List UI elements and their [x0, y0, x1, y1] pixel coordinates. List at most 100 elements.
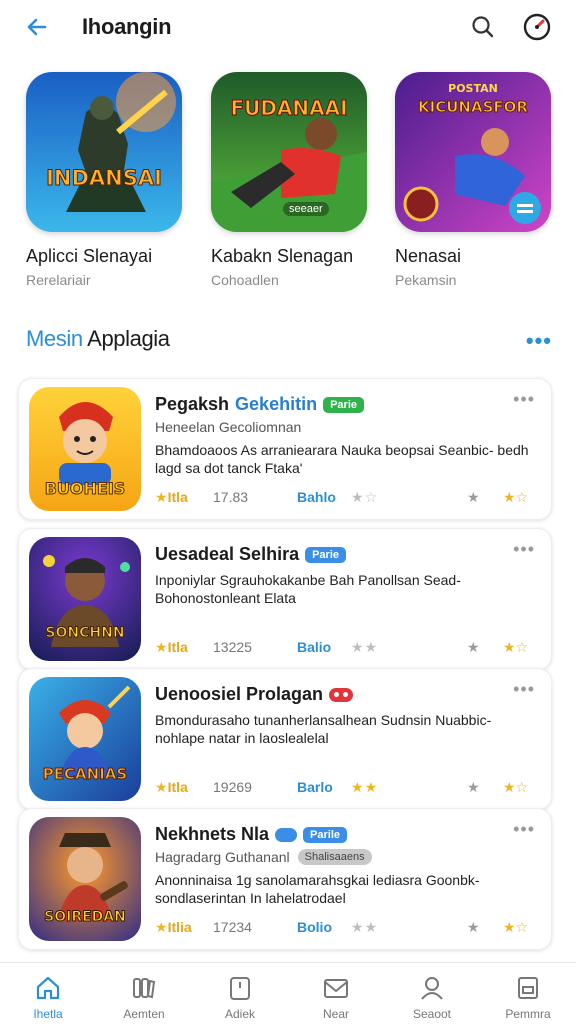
app-tag-label: Itlia: [167, 919, 192, 935]
nav-label: Ihetla: [33, 1007, 63, 1021]
section-title-accent: Mesin: [26, 326, 83, 351]
app-action-link[interactable]: Balio: [297, 639, 331, 655]
home-icon: [36, 976, 60, 1000]
featured-art-text: FUDANAAI: [230, 96, 348, 121]
search-icon[interactable]: [466, 10, 500, 44]
more-options-icon[interactable]: •••: [513, 539, 535, 560]
app-name[interactable]: Pegaksh Gekehitin Parie: [155, 394, 364, 415]
featured-art-subtext: seeaer: [283, 202, 329, 216]
app-art-text: PECANIAS: [42, 765, 128, 784]
status-badge: Parile: [303, 826, 348, 843]
list-item[interactable]: PECANIAS Uenoosiel Prolagan Bmondurasaho…: [18, 668, 552, 810]
section-header: Mesin Applagia •••: [26, 326, 554, 356]
app-count: 17.83: [213, 489, 249, 505]
rating-stars: ★★: [351, 919, 379, 935]
rating-stars-gold: ★☆: [503, 639, 529, 655]
star-icon: ★: [467, 639, 480, 655]
app-name[interactable]: Uenoosiel Prolagan: [155, 684, 354, 705]
mail-icon: [324, 979, 348, 998]
section-title-rest: Applagia: [82, 326, 170, 351]
nav-label: Adiek: [224, 1007, 256, 1021]
app-art-text: SOIREDAN: [44, 909, 127, 926]
nav-label: Pemmra: [505, 1007, 551, 1021]
app-action-link[interactable]: Bolio: [297, 919, 332, 935]
nav-item-library[interactable]: Aemten: [96, 963, 192, 1024]
app-tag: ★Itla: [155, 779, 188, 795]
app-tag-label: Itla: [167, 489, 188, 505]
app-tag-label: Itla: [167, 639, 188, 655]
list-item[interactable]: SOIREDAN Nekhnets Nla Parile Hagradarg G…: [18, 808, 552, 950]
rating-stars: ★★: [351, 639, 379, 655]
more-options-icon[interactable]: •••: [513, 389, 535, 410]
rating-stars: ★★: [351, 779, 379, 795]
featured-app-artwork: POSTAN KICUNASFOR: [395, 72, 551, 232]
nav-item-settings[interactable]: Pemmra: [480, 963, 576, 1024]
app-meta-row: ★Itla 19269 Barlo ★★ ★ ★☆: [155, 779, 545, 799]
nav-item-person[interactable]: Seaoot: [384, 963, 480, 1024]
section-title: Mesin Applagia: [26, 326, 554, 352]
app-description: Bmondurasaho tunanherlansalhean Sudnsin …: [155, 712, 492, 746]
app-meta-row: ★Itla 13225 Balio ★★ ★ ★☆: [155, 639, 545, 659]
star-icon: ★: [467, 489, 480, 505]
app-action-link[interactable]: Bahlo: [297, 489, 336, 505]
nav-item-tablet[interactable]: Adiek: [192, 963, 288, 1024]
more-horizontal-icon[interactable]: •••: [526, 328, 552, 354]
more-options-icon[interactable]: •••: [513, 679, 535, 700]
status-badge: Parie: [323, 396, 364, 413]
featured-app-subtitle: Pekamsin: [395, 272, 457, 288]
featured-app-subtitle: Cohoadlen: [211, 272, 279, 288]
featured-app-artwork: INDANSAI: [26, 72, 182, 232]
app-tag: ★Itla: [155, 639, 188, 655]
featured-carousel: INDANSAI Aplicci Slenayai Rerelariair FU…: [26, 72, 566, 302]
app-description: Anonninaisa 1g sanolamarahsgkai lediasra…: [155, 872, 480, 906]
app-icon: SONCHNN: [29, 537, 141, 661]
app-count: 13225: [213, 639, 252, 655]
list-item[interactable]: BUOHEIS Pegaksh Gekehitin Parie Heneelan…: [18, 378, 552, 520]
featured-app-artwork: FUDANAAI seeaer: [211, 72, 367, 232]
info-icon: [275, 827, 298, 842]
app-developer: Heneelan Gecoliomnan: [155, 419, 302, 435]
app-name-secondary: Gekehitin: [235, 394, 318, 414]
library-icon: [133, 978, 156, 999]
nav-item-mail[interactable]: Near: [288, 963, 384, 1024]
featured-card[interactable]: INDANSAI Aplicci Slenayai Rerelariair: [26, 72, 184, 288]
featured-app-name: Aplicci Slenayai: [26, 246, 153, 266]
star-icon: ★: [467, 919, 480, 935]
nav-label: Aemten: [123, 1007, 165, 1021]
featured-art-text: INDANSAI: [46, 166, 163, 191]
app-meta-row: ★Itla 17.83 Bahlo ★☆ ★ ★☆: [155, 489, 545, 509]
app-name[interactable]: Nekhnets Nla Parile: [155, 824, 348, 845]
list-item[interactable]: SONCHNN Uesadeal Selhira Parie Inponiyla…: [18, 528, 552, 670]
app-description: Bhamdoaoos As arraniearara Nauka beopsai…: [155, 442, 529, 476]
app-icon: PECANIAS: [29, 677, 141, 801]
app-developer: Hagradarg Guthananl Shalisaaens: [155, 849, 372, 865]
page-title: Ihoangin: [82, 14, 172, 39]
app-name-primary: Nekhnets Nla: [155, 824, 270, 844]
app-meta-row: ★Itlia 17234 Bolio ★★ ★ ★☆: [155, 919, 545, 939]
nav-item-home[interactable]: Ihetla: [0, 963, 96, 1024]
app-art-text: SONCHNN: [45, 625, 125, 642]
person-icon: [421, 977, 443, 1000]
featured-art-topline: POSTAN: [448, 82, 498, 95]
app-action-link[interactable]: Barlo: [297, 779, 333, 795]
developer-tag: Shalisaaens: [297, 849, 372, 865]
app-icon: BUOHEIS: [29, 387, 141, 511]
app-tag: ★Itlia: [155, 919, 192, 935]
app-tag-label: Itla: [167, 779, 188, 795]
status-badge: Parie: [305, 546, 347, 563]
app-name-primary: Uenoosiel Prolagan: [155, 684, 324, 704]
app-name[interactable]: Uesadeal Selhira Parie: [155, 544, 347, 565]
compass-icon[interactable]: [520, 10, 554, 44]
featured-card[interactable]: FUDANAAI seeaer Kabakn Slenagan Cohoadle…: [211, 72, 369, 288]
more-options-icon[interactable]: •••: [513, 819, 535, 840]
star-icon: ★: [467, 779, 480, 795]
featured-card[interactable]: POSTAN KICUNASFOR Nenasai Pekamsin: [395, 72, 553, 288]
app-name-primary: Pegaksh: [155, 394, 230, 414]
app-icon: SOIREDAN: [29, 817, 141, 941]
settings-box-icon: [518, 977, 538, 999]
back-arrow-icon[interactable]: [20, 10, 54, 44]
tablet-icon: [230, 977, 250, 1000]
app-description: Inponiylar Sgrauhokakanbe Bah Panollsan …: [155, 572, 461, 606]
rating-stars-gold: ★☆: [503, 489, 529, 505]
app-name-primary: Uesadeal Selhira: [155, 544, 300, 564]
